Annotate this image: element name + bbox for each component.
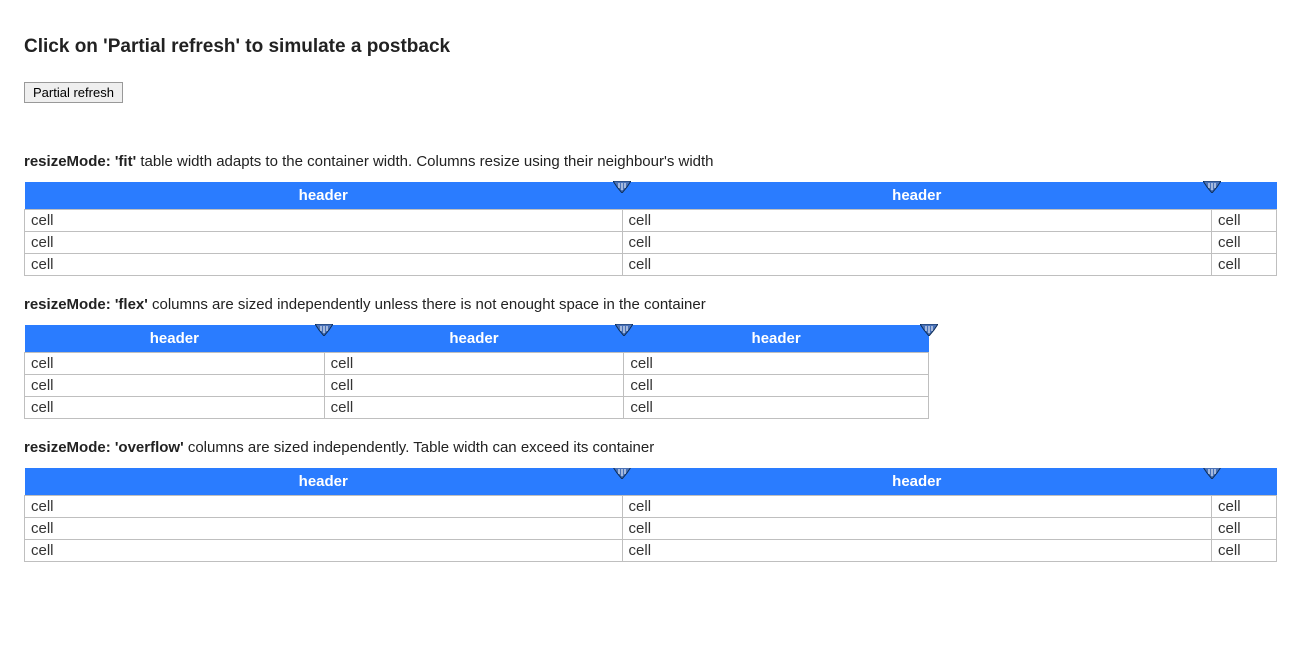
table-row: cellcellcell xyxy=(25,353,929,375)
data-table: headerheadercellcellcellcellcellcellcell… xyxy=(24,468,1277,562)
resize-mode-text: table width adapts to the container widt… xyxy=(136,153,713,170)
table-cell: cell xyxy=(25,518,623,540)
table-cell: cell xyxy=(1212,540,1277,562)
table-row: cellcellcell xyxy=(25,518,1277,540)
column-header xyxy=(1212,182,1277,210)
table-cell: cell xyxy=(622,518,1212,540)
resize-mode-label: resizeMode: 'overflow' xyxy=(24,439,184,456)
table-cell: cell xyxy=(25,353,325,375)
column-resize-grip-icon[interactable] xyxy=(1203,181,1221,195)
table-cell: cell xyxy=(624,397,929,419)
data-table: headerheadercellcellcellcellcellcellcell… xyxy=(24,182,1277,276)
table-cell: cell xyxy=(622,496,1212,518)
table-cell: cell xyxy=(1212,518,1277,540)
column-header xyxy=(1212,468,1277,496)
page-title: Click on 'Partial refresh' to simulate a… xyxy=(24,36,1277,58)
table-cell: cell xyxy=(324,375,624,397)
table-cell: cell xyxy=(624,353,929,375)
table-cell: cell xyxy=(25,397,325,419)
table-cell: cell xyxy=(622,254,1212,276)
column-resize-grip-icon[interactable] xyxy=(613,468,631,481)
resize-mode-description: resizeMode: 'flex' columns are sized ind… xyxy=(24,296,1277,313)
resize-mode-text: columns are sized independently unless t… xyxy=(148,296,706,313)
table-row: cellcellcell xyxy=(25,232,1277,254)
table-cell: cell xyxy=(622,210,1212,232)
table-cell: cell xyxy=(25,254,623,276)
table-cell: cell xyxy=(1212,210,1277,232)
table-row: cellcellcell xyxy=(25,540,1277,562)
table-cell: cell xyxy=(324,397,624,419)
column-header: header xyxy=(624,325,929,353)
table-cell: cell xyxy=(25,496,623,518)
column-resize-grip-icon[interactable] xyxy=(615,324,633,338)
column-header: header xyxy=(25,468,623,496)
table-row: cellcellcell xyxy=(25,375,929,397)
resize-mode-label: resizeMode: 'flex' xyxy=(24,296,148,313)
column-header: header xyxy=(25,182,623,210)
table-overflow: headerheadercellcellcellcellcellcellcell… xyxy=(24,468,1277,566)
table-cell: cell xyxy=(25,210,623,232)
resize-mode-label: resizeMode: 'fit' xyxy=(24,153,136,170)
column-header: header xyxy=(324,325,624,353)
table-cell: cell xyxy=(324,353,624,375)
data-table: headerheaderheadercellcellcellcellcellce… xyxy=(24,325,929,419)
table-row: cellcellcell xyxy=(25,397,929,419)
table-flex: headerheaderheadercellcellcellcellcellce… xyxy=(24,325,929,419)
resize-mode-description: resizeMode: 'fit' table width adapts to … xyxy=(24,153,1277,170)
table-cell: cell xyxy=(1212,254,1277,276)
table-cell: cell xyxy=(622,540,1212,562)
column-resize-grip-icon[interactable] xyxy=(315,324,333,338)
table-row: cellcellcell xyxy=(25,210,1277,232)
table-fit: headerheadercellcellcellcellcellcellcell… xyxy=(24,182,1277,276)
column-resize-grip-icon[interactable] xyxy=(1203,468,1221,481)
column-resize-grip-icon[interactable] xyxy=(920,324,938,338)
table-cell: cell xyxy=(25,540,623,562)
column-header: header xyxy=(622,182,1212,210)
column-resize-grip-icon[interactable] xyxy=(613,181,631,195)
table-cell: cell xyxy=(1212,232,1277,254)
table-cell: cell xyxy=(25,375,325,397)
table-row: cellcellcell xyxy=(25,496,1277,518)
resize-mode-description: resizeMode: 'overflow' columns are sized… xyxy=(24,439,1277,456)
partial-refresh-button[interactable]: Partial refresh xyxy=(24,82,123,103)
column-header: header xyxy=(622,468,1212,496)
table-cell: cell xyxy=(622,232,1212,254)
table-row: cellcellcell xyxy=(25,254,1277,276)
table-cell: cell xyxy=(624,375,929,397)
table-cell: cell xyxy=(1212,496,1277,518)
column-header: header xyxy=(25,325,325,353)
resize-mode-text: columns are sized independently. Table w… xyxy=(184,439,655,456)
table-cell: cell xyxy=(25,232,623,254)
